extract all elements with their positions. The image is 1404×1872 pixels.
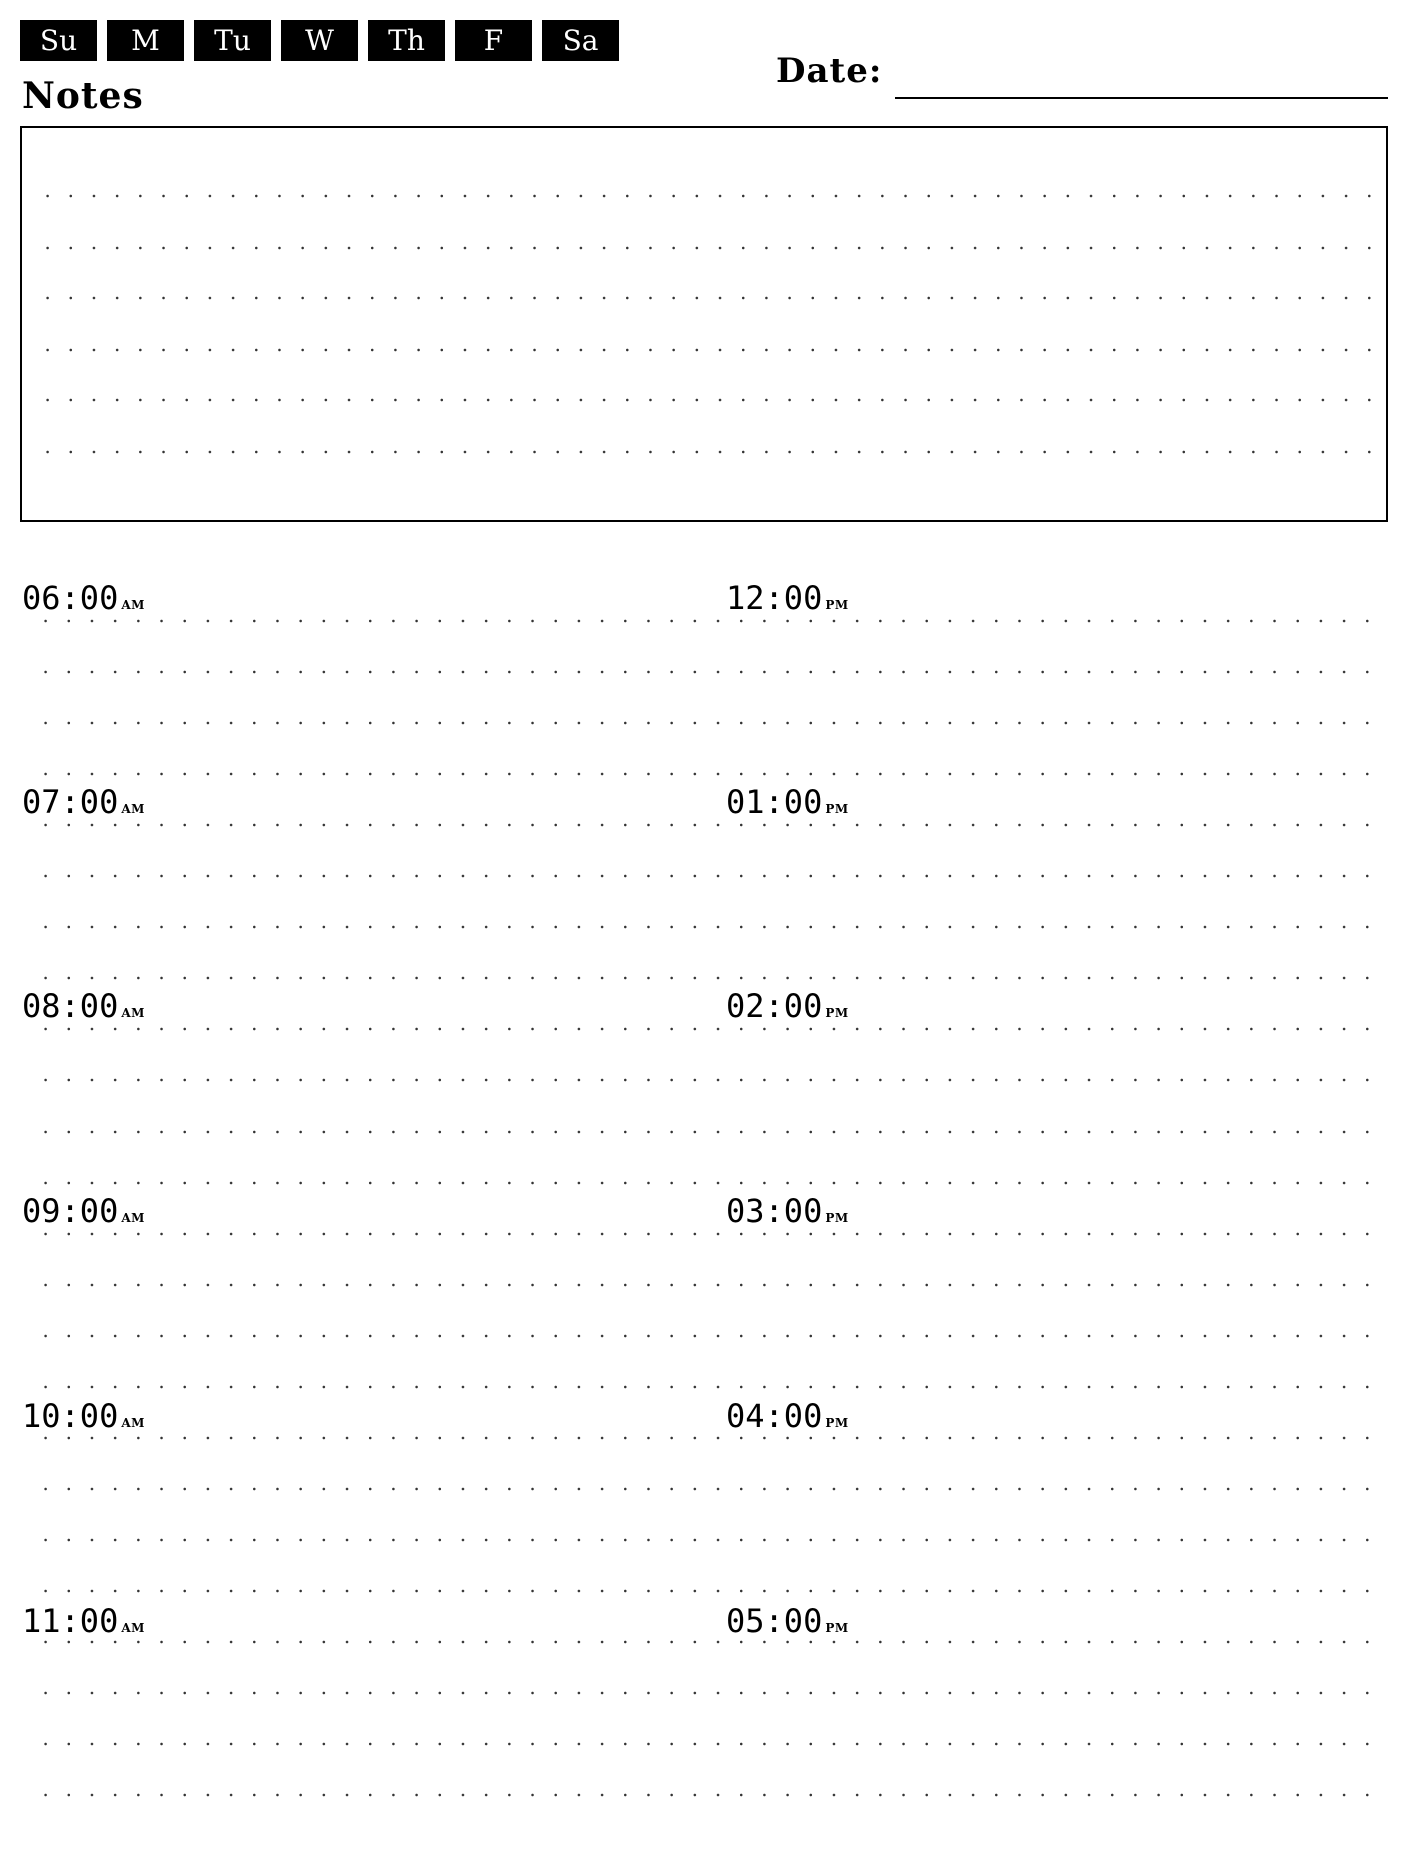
date-label: Date: — [776, 51, 883, 91]
day-sunday[interactable]: Su — [20, 20, 97, 61]
time-slot-label: 08:00 AM — [22, 987, 145, 1025]
schedule-dot-row[interactable] — [34, 874, 1384, 878]
time-slot-label: 05:00 PM — [726, 1602, 849, 1640]
day-wednesday[interactable]: W — [281, 20, 358, 61]
schedule-dot-row[interactable] — [34, 1283, 1384, 1287]
schedule-dot-row[interactable] — [34, 1078, 1384, 1082]
schedule-dot-row[interactable] — [34, 1538, 1384, 1542]
time-slot-label: 01:00 PM — [726, 783, 849, 821]
time-slot-label: 12:00 PM — [726, 579, 849, 617]
schedule-dot-row[interactable] — [34, 1385, 1384, 1389]
day-monday[interactable]: M — [107, 20, 184, 61]
time-slot-label: 10:00 AM — [22, 1397, 145, 1435]
schedule-dot-row[interactable] — [34, 1589, 1384, 1593]
schedule-dot-row[interactable] — [34, 1640, 1384, 1644]
schedule-dot-row[interactable] — [34, 1487, 1384, 1491]
schedule-dot-row[interactable] — [34, 1436, 1384, 1440]
schedule-dot-row[interactable] — [34, 619, 1384, 623]
notes-dot-row — [36, 246, 1376, 250]
day-friday[interactable]: F — [455, 20, 532, 61]
day-thursday[interactable]: Th — [368, 20, 445, 61]
time-slot-label: 11:00 AM — [22, 1602, 145, 1640]
notes-title: Notes — [22, 75, 144, 117]
schedule-dot-row[interactable] — [34, 1742, 1384, 1746]
day-selector: Su M Tu W Th F Sa — [20, 20, 619, 61]
time-slot-label: 03:00 PM — [726, 1192, 849, 1230]
schedule-dot-row[interactable] — [34, 1793, 1384, 1797]
schedule-dot-row[interactable] — [34, 1130, 1384, 1134]
notes-dot-row — [36, 296, 1376, 300]
notes-dot-row — [36, 348, 1376, 352]
schedule-dot-row[interactable] — [34, 721, 1384, 725]
notes-dot-row — [36, 194, 1376, 198]
schedule-dot-row[interactable] — [34, 772, 1384, 776]
schedule-dot-row[interactable] — [34, 925, 1384, 929]
notes-dot-row — [36, 398, 1376, 402]
date-field[interactable] — [895, 97, 1388, 99]
schedule-dot-row[interactable] — [34, 670, 1384, 674]
schedule-dot-row[interactable] — [34, 1232, 1384, 1236]
schedule-dot-row[interactable] — [34, 1181, 1384, 1185]
schedule-dot-row[interactable] — [34, 1691, 1384, 1695]
day-tuesday[interactable]: Tu — [194, 20, 271, 61]
schedule-dot-row[interactable] — [34, 1334, 1384, 1338]
time-slot-label: 07:00 AM — [22, 783, 145, 821]
day-saturday[interactable]: Sa — [542, 20, 619, 61]
schedule-dot-row[interactable] — [34, 976, 1384, 980]
schedule-dot-row[interactable] — [34, 1027, 1384, 1031]
time-slot-label: 09:00 AM — [22, 1192, 145, 1230]
schedule-dot-row[interactable] — [34, 823, 1384, 827]
notes-area[interactable] — [20, 126, 1388, 522]
time-slot-label: 06:00 AM — [22, 579, 145, 617]
notes-dot-row — [36, 450, 1376, 454]
time-slot-label: 04:00 PM — [726, 1397, 849, 1435]
time-slot-label: 02:00 PM — [726, 987, 849, 1025]
